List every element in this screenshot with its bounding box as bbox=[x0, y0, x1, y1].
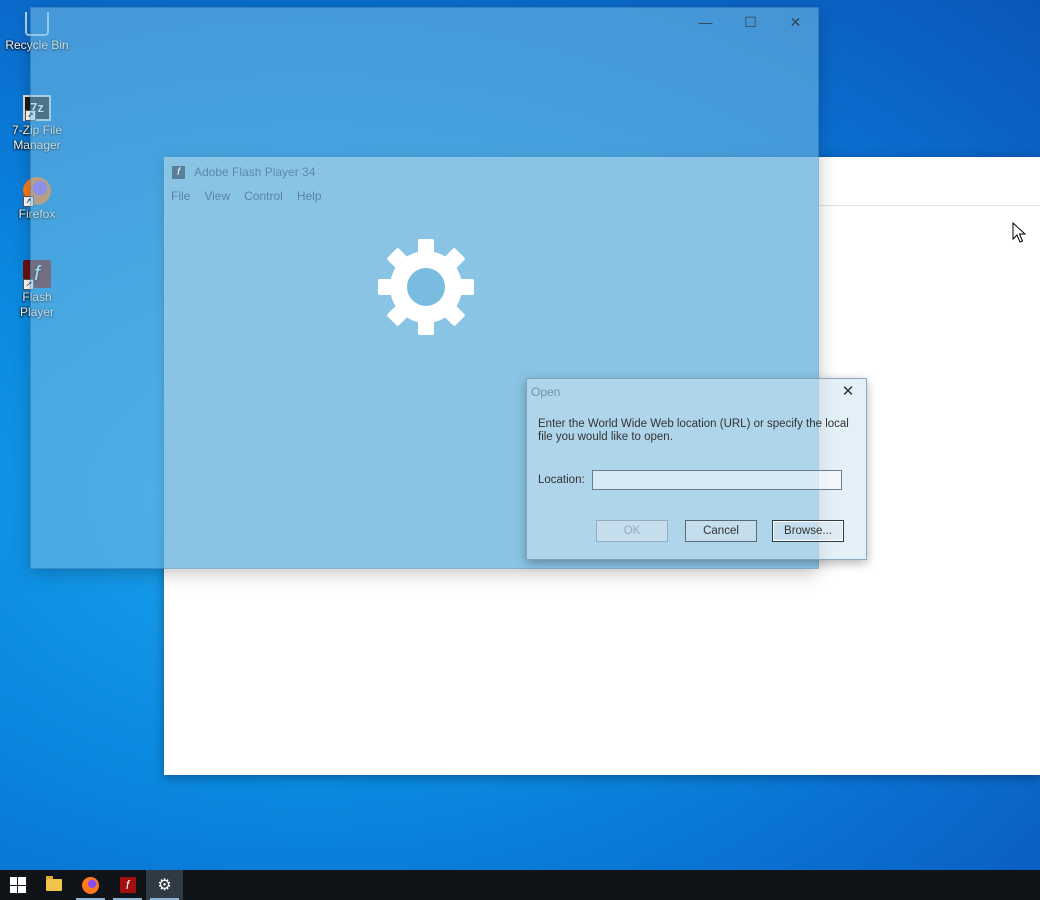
start-button[interactable] bbox=[0, 870, 35, 900]
taskbar: f ⚙ bbox=[0, 870, 1040, 900]
menu-view[interactable]: View bbox=[204, 189, 230, 203]
menu-help[interactable]: Help bbox=[297, 189, 322, 203]
cancel-button[interactable]: Cancel bbox=[685, 520, 757, 542]
browse-button[interactable]: Browse... bbox=[772, 520, 844, 542]
mouse-cursor-icon bbox=[1012, 222, 1026, 243]
gear-icon: ⚙ bbox=[157, 877, 172, 894]
maximize-button[interactable]: ☐ bbox=[728, 8, 773, 36]
dialog-title: Open bbox=[531, 385, 561, 399]
window-title: Adobe Flash Player 34 bbox=[194, 165, 316, 179]
open-dialog: Open ✕ Enter the World Wide Web location… bbox=[526, 378, 867, 560]
taskbar-firefox[interactable] bbox=[72, 870, 109, 900]
gear-icon bbox=[378, 239, 474, 335]
window-controls: — ☐ ✕ bbox=[683, 8, 818, 36]
menu-control[interactable]: Control bbox=[244, 189, 283, 203]
divider bbox=[818, 205, 1040, 206]
firefox-icon bbox=[82, 876, 99, 894]
minimize-button[interactable]: — bbox=[683, 8, 728, 36]
ok-button[interactable]: OK bbox=[596, 520, 668, 542]
flash-app-icon: f bbox=[172, 165, 185, 179]
taskbar-settings[interactable]: ⚙ bbox=[146, 870, 183, 900]
taskbar-file-explorer[interactable] bbox=[35, 870, 72, 900]
folder-icon bbox=[45, 876, 62, 891]
taskbar-flash-player[interactable]: f bbox=[109, 870, 146, 900]
close-button[interactable]: ✕ bbox=[773, 8, 818, 36]
flash-title-bar: f Adobe Flash Player 34 bbox=[172, 163, 315, 181]
dialog-message: Enter the World Wide Web location (URL) … bbox=[538, 418, 849, 443]
windows-logo-icon bbox=[9, 877, 26, 893]
flash-player-icon: f bbox=[119, 877, 136, 893]
dialog-close-button[interactable]: ✕ bbox=[836, 382, 860, 402]
menu-file[interactable]: File bbox=[171, 189, 190, 203]
menu-bar: File View Control Help bbox=[171, 189, 322, 203]
location-input[interactable] bbox=[592, 470, 842, 490]
location-label: Location: bbox=[538, 474, 585, 486]
